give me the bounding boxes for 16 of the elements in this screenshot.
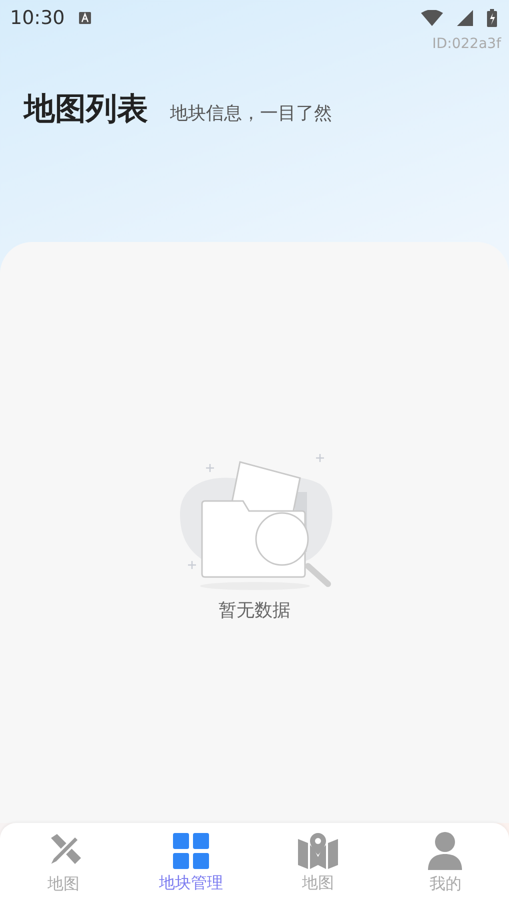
wifi-icon [421,10,443,26]
person-icon [428,832,462,870]
status-time: 10:30 [10,7,65,29]
nav-tab[interactable]: 我的 [382,823,509,904]
nav-tab[interactable]: 地图 [254,823,382,904]
battery-icon [487,9,497,27]
map-pin-icon [298,833,338,869]
page-subtitle: 地块信息，一目了然 [170,102,332,125]
signal-icon [457,10,473,26]
keyboard-icon [78,12,91,24]
device-id: ID:022a3f [432,36,501,52]
page-title: 地图列表 [24,90,148,129]
empty-message: 暂无数据 [218,598,290,622]
nav-tab[interactable]: 地图 [0,823,128,904]
grid-icon [172,833,209,869]
nav-tab[interactable]: 地块管理 [127,823,254,904]
